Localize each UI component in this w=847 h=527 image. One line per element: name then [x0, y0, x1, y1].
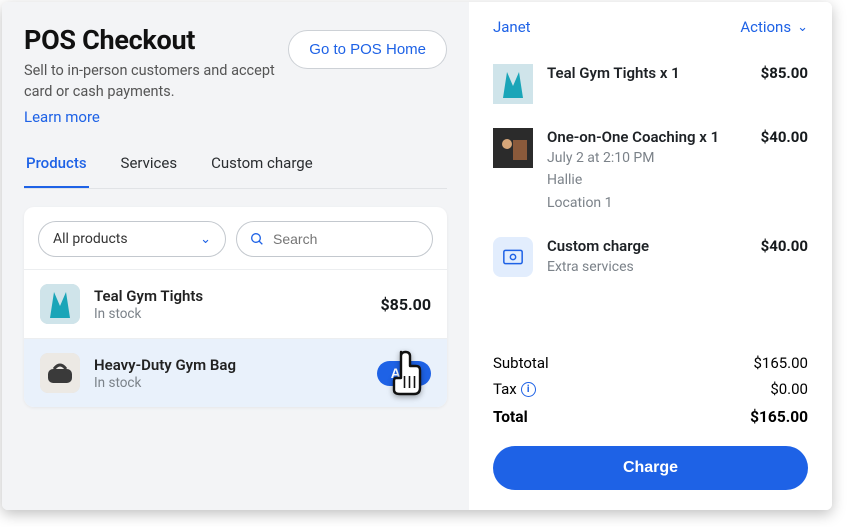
go-to-pos-home-button[interactable]: Go to POS Home — [288, 30, 447, 69]
subtotal-label: Subtotal — [493, 354, 549, 372]
line-location: Location 1 — [547, 193, 747, 213]
line-price: $40.00 — [761, 128, 808, 146]
chevron-down-icon: ⌄ — [797, 20, 808, 35]
product-row[interactable]: Heavy-Duty Gym Bag In stock Add — [24, 338, 447, 407]
filter-row: All products ⌄ — [24, 221, 447, 269]
search-field[interactable] — [236, 221, 433, 257]
product-row[interactable]: Teal Gym Tights In stock $85.00 — [24, 269, 447, 338]
category-dropdown[interactable]: All products ⌄ — [38, 221, 226, 257]
line-staff: Hallie — [547, 170, 747, 190]
search-input[interactable] — [273, 231, 420, 247]
product-thumb-icon — [40, 284, 80, 324]
tab-products[interactable]: Products — [24, 154, 89, 188]
line-price: $85.00 — [761, 64, 808, 82]
left-panel: POS Checkout Sell to in-person customers… — [2, 2, 469, 510]
line-thumb-icon — [493, 64, 533, 104]
line-price: $40.00 — [761, 237, 808, 255]
custom-charge-icon — [493, 237, 533, 277]
total-value: $165.00 — [750, 408, 808, 426]
tab-custom-charge[interactable]: Custom charge — [209, 154, 315, 188]
totals: Subtotal $165.00 Tax i $0.00 Total $165.… — [493, 326, 808, 490]
cart-header: Janet Actions ⌄ — [493, 18, 808, 36]
product-name: Heavy-Duty Gym Bag — [94, 356, 377, 374]
subtotal-row: Subtotal $165.00 — [493, 350, 808, 376]
product-info: Heavy-Duty Gym Bag In stock — [94, 356, 377, 391]
product-name: Teal Gym Tights — [94, 287, 380, 305]
tax-value: $0.00 — [770, 380, 808, 398]
cart-line[interactable]: Custom charge Extra services $40.00 — [493, 237, 808, 277]
products-panel: All products ⌄ Teal Gym Tights In stock — [24, 207, 447, 407]
total-label: Total — [493, 408, 528, 426]
total-row: Total $165.00 — [493, 404, 808, 430]
tax-label: Tax — [493, 380, 517, 398]
cart-line[interactable]: Teal Gym Tights x 1 $85.00 — [493, 64, 808, 104]
header-row: POS Checkout Sell to in-person customers… — [24, 24, 447, 126]
header-text: POS Checkout Sell to in-person customers… — [24, 24, 284, 126]
learn-more-link[interactable]: Learn more — [24, 108, 100, 126]
cart-lines: Teal Gym Tights x 1 $85.00 One-on-One Co… — [493, 64, 808, 277]
add-product-button[interactable]: Add — [377, 361, 431, 386]
line-info: Custom charge Extra services — [547, 237, 747, 277]
dropdown-label: All products — [53, 231, 128, 247]
cart-line[interactable]: One-on-One Coaching x 1 July 2 at 2:10 P… — [493, 128, 808, 213]
product-price: $85.00 — [380, 295, 431, 314]
page-subtitle: Sell to in-person customers and accept c… — [24, 60, 284, 102]
actions-label: Actions — [740, 18, 791, 36]
subtotal-value: $165.00 — [753, 354, 808, 372]
line-datetime: July 2 at 2:10 PM — [547, 148, 747, 168]
pos-checkout-app: POS Checkout Sell to in-person customers… — [2, 2, 832, 510]
product-thumb-icon — [40, 353, 80, 393]
charge-button[interactable]: Charge — [493, 446, 808, 490]
search-icon — [249, 231, 265, 247]
tab-services[interactable]: Services — [119, 154, 180, 188]
line-info: One-on-One Coaching x 1 July 2 at 2:10 P… — [547, 128, 747, 213]
line-note: Extra services — [547, 257, 747, 277]
line-thumb-icon — [493, 128, 533, 168]
info-icon[interactable]: i — [521, 382, 536, 397]
product-info: Teal Gym Tights In stock — [94, 287, 380, 322]
cart-panel: Janet Actions ⌄ Teal Gym Tights x 1 $85.… — [469, 2, 832, 510]
actions-menu[interactable]: Actions ⌄ — [740, 18, 808, 36]
tabs: Products Services Custom charge — [24, 154, 447, 189]
chevron-down-icon: ⌄ — [200, 232, 211, 247]
product-stock: In stock — [94, 306, 380, 322]
customer-link[interactable]: Janet — [493, 18, 531, 36]
page-title: POS Checkout — [24, 24, 284, 56]
product-stock: In stock — [94, 375, 377, 391]
line-title: Custom charge — [547, 237, 747, 255]
line-title: One-on-One Coaching x 1 — [547, 128, 747, 146]
line-title: Teal Gym Tights x 1 — [547, 64, 747, 82]
line-info: Teal Gym Tights x 1 — [547, 64, 747, 82]
tax-row: Tax i $0.00 — [493, 376, 808, 402]
